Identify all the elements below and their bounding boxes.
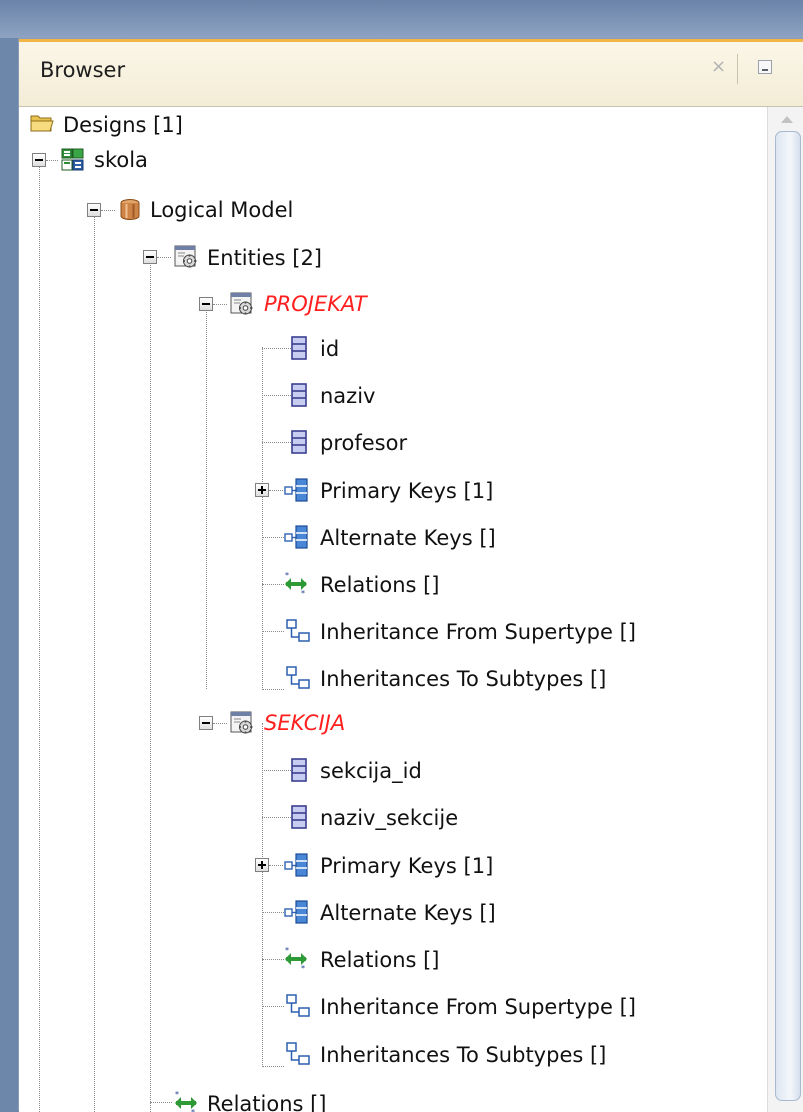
tree-item-primary-keys[interactable]: Primary Keys [1] — [320, 479, 493, 503]
tree-connector — [157, 257, 171, 258]
collapse-toggle[interactable] — [143, 250, 157, 264]
column-icon — [287, 336, 311, 360]
design-icon — [61, 148, 85, 172]
entities-icon — [174, 245, 198, 269]
tree-item-entity-sekcija[interactable]: SEKCIJA — [264, 711, 345, 735]
tree-item-entity-projekat[interactable]: PROJEKAT — [264, 292, 367, 316]
tree-item-inheritance-from[interactable]: Inheritance From Supertype [] — [320, 620, 636, 644]
panel-header: Browser × — [19, 39, 803, 107]
expand-toggle[interactable] — [255, 483, 269, 497]
vertical-scrollbar[interactable] — [767, 107, 803, 1112]
column-icon — [287, 758, 311, 782]
tree-connector — [262, 689, 284, 690]
tree-connector — [262, 1066, 284, 1067]
tree-guide — [206, 297, 207, 689]
tree-guide — [39, 157, 40, 1112]
close-icon[interactable]: × — [711, 56, 726, 77]
tree-item-relations[interactable]: Relations [] — [320, 948, 440, 972]
logical-model-icon — [118, 198, 142, 222]
tree-connector — [262, 584, 284, 585]
tree-connector — [262, 537, 284, 538]
tree-guide — [262, 723, 263, 1067]
browser-panel: Browser × Designs [1] skola Logical Mode… — [18, 38, 803, 1112]
entity-icon — [230, 711, 254, 735]
inheritance-icon — [286, 994, 310, 1018]
tree-item-alternate-keys[interactable]: Alternate Keys [] — [320, 901, 496, 925]
tree-item-inheritance-to[interactable]: Inheritances To Subtypes [] — [320, 1043, 606, 1067]
tree-item-attribute[interactable]: id — [320, 337, 339, 361]
primary-key-icon — [284, 478, 308, 502]
relation-icon — [284, 572, 308, 596]
tree-connector — [46, 160, 58, 161]
folder-icon — [30, 111, 54, 135]
scroll-up-arrow-icon[interactable] — [781, 116, 793, 123]
window-top-bar — [0, 0, 803, 38]
tree-connector — [262, 631, 284, 632]
tree-item-attribute[interactable]: profesor — [320, 431, 407, 455]
tree-connector — [213, 723, 227, 724]
tree-connector — [150, 1102, 172, 1103]
collapse-toggle[interactable] — [199, 297, 213, 311]
tree-connector — [269, 865, 283, 866]
tree-item-alternate-keys[interactable]: Alternate Keys [] — [320, 526, 496, 550]
tree-item-inheritance-to[interactable]: Inheritances To Subtypes [] — [320, 667, 606, 691]
tree-item-relations[interactable]: Relations [] — [320, 573, 440, 597]
tree-guide — [150, 257, 151, 1112]
inheritance-icon — [286, 666, 310, 690]
tree-item-skola[interactable]: skola — [94, 148, 148, 172]
tree-item-attribute[interactable]: naziv_sekcije — [320, 806, 458, 830]
tree-connector — [101, 210, 115, 211]
tree-connector — [269, 490, 283, 491]
tree-item-attribute[interactable]: naziv — [320, 384, 375, 408]
scrollbar-thumb[interactable] — [775, 131, 801, 1101]
primary-key-icon — [284, 853, 308, 877]
collapse-toggle[interactable] — [87, 203, 101, 217]
tree-item-inheritance-from[interactable]: Inheritance From Supertype [] — [320, 995, 636, 1019]
tree-connector — [262, 1006, 284, 1007]
column-icon — [287, 430, 311, 454]
collapse-toggle[interactable] — [32, 153, 46, 167]
alternate-key-icon — [284, 525, 308, 549]
relation-icon — [284, 947, 308, 971]
column-icon — [287, 383, 311, 407]
panel-title: Browser — [40, 58, 126, 82]
tree-item-designs[interactable]: Designs [1] — [63, 113, 183, 137]
tree-connector — [262, 912, 284, 913]
minimize-icon[interactable] — [758, 60, 772, 74]
header-divider — [737, 54, 738, 84]
expand-toggle[interactable] — [255, 858, 269, 872]
inheritance-icon — [286, 619, 310, 643]
tree-guide — [262, 347, 263, 690]
tree-item-attribute[interactable]: sekcija_id — [320, 759, 422, 783]
tree-item-model-relations[interactable]: Relations [] — [207, 1092, 327, 1112]
tree-item-entities[interactable]: Entities [2] — [207, 246, 322, 270]
relation-icon — [174, 1091, 198, 1112]
alternate-key-icon — [284, 900, 308, 924]
inheritance-icon — [286, 1042, 310, 1066]
tree-item-logical-model[interactable]: Logical Model — [150, 198, 293, 222]
entity-icon — [230, 292, 254, 316]
tree-connector — [262, 959, 284, 960]
tree-item-primary-keys[interactable]: Primary Keys [1] — [320, 854, 493, 878]
column-icon — [287, 805, 311, 829]
tree-view: Designs [1] skola Logical Model Entities… — [19, 107, 767, 1112]
collapse-toggle[interactable] — [199, 716, 213, 730]
tree-guide — [94, 210, 95, 1112]
tree-connector — [213, 304, 227, 305]
